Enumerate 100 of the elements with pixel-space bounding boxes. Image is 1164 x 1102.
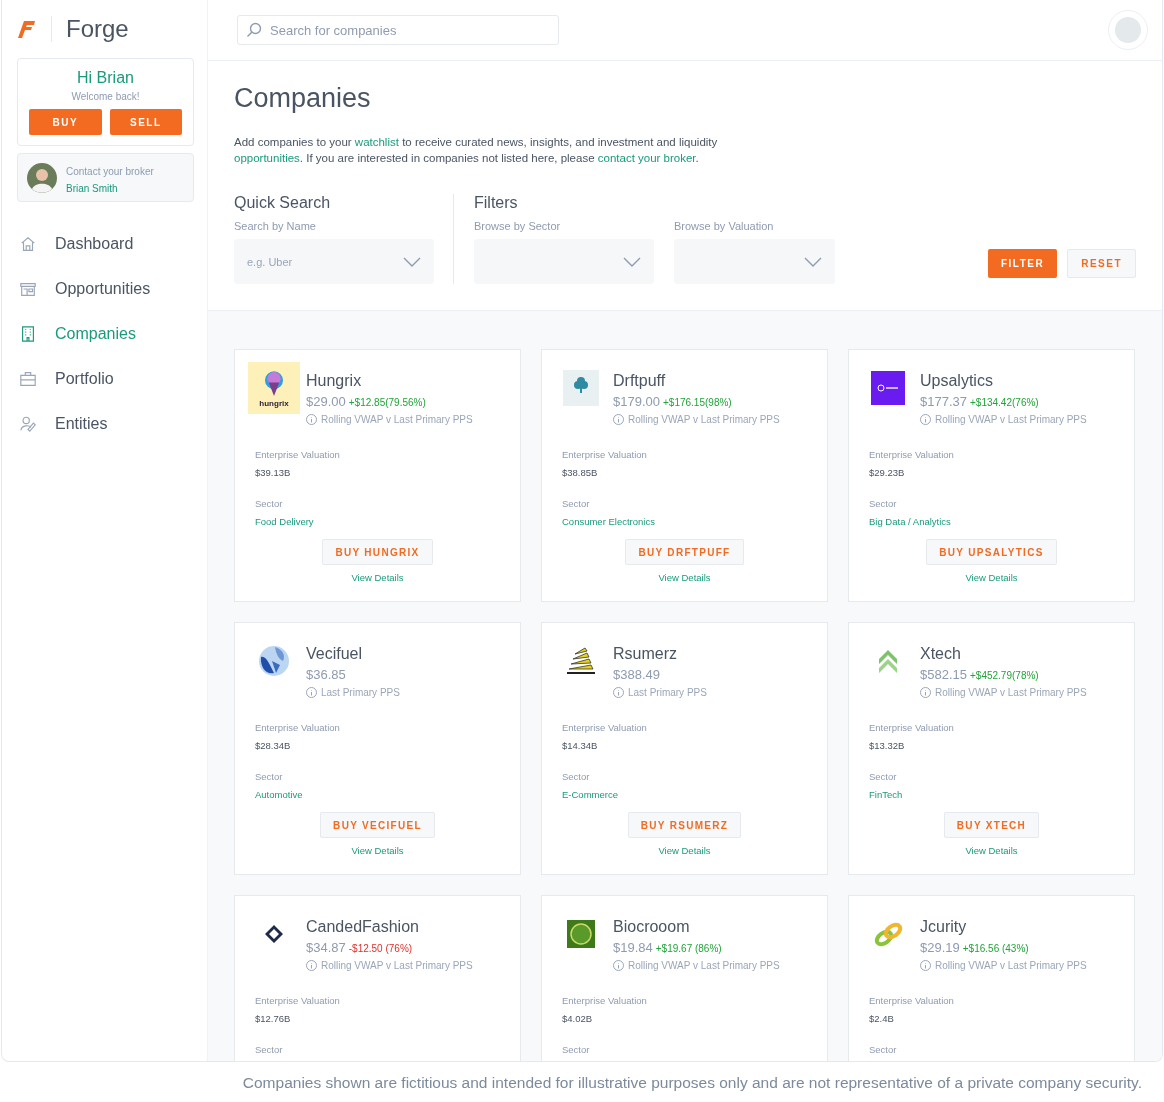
nav-item[interactable]: Portfolio xyxy=(17,357,194,400)
section-title: Quick Search xyxy=(234,194,332,212)
info-icon xyxy=(920,687,931,698)
ice-cream-logo: hungrix xyxy=(248,362,300,414)
company-name: CandedFashion xyxy=(306,918,420,936)
valuation-value: $2.4B xyxy=(869,1013,895,1024)
price-change: +$452.79(78%) xyxy=(970,670,1039,681)
sector-value: Big Data / Analytics xyxy=(869,516,952,527)
greeting-subtitle: Welcome back! xyxy=(71,91,140,102)
field-label: Browse by Valuation xyxy=(674,220,775,232)
briefcase-icon xyxy=(19,369,37,388)
section-title: Filters xyxy=(474,194,519,212)
share-price: $19.84 xyxy=(613,940,653,955)
chevron-down-icon xyxy=(804,256,822,267)
trade-button[interactable]: BUY xyxy=(29,109,102,135)
info-icon xyxy=(920,414,931,425)
company-name: Jcurity xyxy=(920,918,968,936)
valuation-value: $28.34B xyxy=(255,740,292,751)
company-name: Xtech xyxy=(920,645,962,663)
text-link[interactable]: opportunities xyxy=(234,152,300,164)
text-link[interactable]: contact your broker xyxy=(597,152,696,164)
search-field[interactable]: Search for companies xyxy=(237,15,559,45)
sector-label: Sector xyxy=(255,1044,284,1055)
view-details-link[interactable]: View Details xyxy=(965,572,1018,583)
text-link[interactable]: watchlist xyxy=(354,136,399,148)
view-details-link[interactable]: View Details xyxy=(658,572,711,583)
company-name: Vecifuel xyxy=(306,645,364,663)
share-price: $36.85 xyxy=(306,667,346,682)
sector-label: Sector xyxy=(562,498,591,509)
buy-button[interactable]: BUY XTECH xyxy=(943,812,1040,838)
valuation-label: Enterprise Valuation xyxy=(869,449,955,460)
price-note: Rolling VWAP v Last Primary PPS xyxy=(935,687,1087,698)
buy-button[interactable]: BUY UPSALYTICS xyxy=(926,539,1057,565)
sector-label: Sector xyxy=(562,771,591,782)
view-details-link[interactable]: View Details xyxy=(965,845,1018,856)
field-label: Browse by Sector xyxy=(474,220,562,232)
reset-button[interactable]: RESET xyxy=(1067,249,1136,278)
sector-label: Sector xyxy=(869,498,898,509)
valuation-label: Enterprise Valuation xyxy=(562,995,648,1006)
sector-label: Sector xyxy=(869,771,898,782)
filter-dropdown[interactable] xyxy=(474,239,654,284)
buy-button[interactable]: BUY HUNGRIX xyxy=(322,539,433,565)
price-note: Rolling VWAP v Last Primary PPS xyxy=(628,414,780,425)
share-price: $29.00 xyxy=(306,394,346,409)
filter-dropdown[interactable] xyxy=(674,239,835,284)
valuation-label: Enterprise Valuation xyxy=(562,449,648,460)
share-price: $179.00 xyxy=(613,394,660,409)
view-details-link[interactable]: View Details xyxy=(351,572,404,583)
search-icon xyxy=(246,22,262,38)
valuation-value: $12.76B xyxy=(255,1013,292,1024)
logo-icon xyxy=(17,19,37,39)
company-name: Upsalytics xyxy=(920,372,994,390)
price-note: Last Primary PPS xyxy=(628,687,707,698)
avatar-icon xyxy=(27,162,57,193)
broker-link[interactable]: Brian Smith xyxy=(66,183,154,194)
company-name: Biocrooom xyxy=(613,918,691,936)
chevron-down-icon xyxy=(403,256,421,267)
nav-item[interactable]: Entities xyxy=(17,402,194,445)
valuation-value: $38.85B xyxy=(562,467,599,478)
price-note: Rolling VWAP v Last Primary PPS xyxy=(321,960,473,971)
valuation-value: $13.32B xyxy=(869,740,906,751)
disclaimer: Companies shown are fictitious and intended for illustrative purposes only and are not representative of a private company security. xyxy=(241,1073,1143,1092)
buy-button[interactable]: BUY RSUMERZ xyxy=(627,812,742,838)
name-dropdown[interactable]: e.g. Uber xyxy=(234,239,434,284)
share-price: $34.87 xyxy=(306,940,346,955)
price-note: Rolling VWAP v Last Primary PPS xyxy=(935,414,1087,425)
trade-button[interactable]: SELL xyxy=(109,109,182,135)
buy-button[interactable]: BUY VECIFUEL xyxy=(320,812,435,838)
field-label: Search by Name xyxy=(234,220,317,232)
company-name: Hungrix xyxy=(306,372,363,390)
price-note: Rolling VWAP v Last Primary PPS xyxy=(628,960,780,971)
sector-label: Sector xyxy=(869,1044,898,1055)
share-price: $177.37 xyxy=(920,394,967,409)
valuation-label: Enterprise Valuation xyxy=(869,995,955,1006)
sector-label: Sector xyxy=(562,1044,591,1055)
view-details-link[interactable]: View Details xyxy=(658,845,711,856)
sector-value: Food Delivery xyxy=(255,516,315,527)
price-note: Rolling VWAP v Last Primary PPS xyxy=(321,414,473,425)
nav-item[interactable]: Opportunities xyxy=(17,267,194,310)
valuation-label: Enterprise Valuation xyxy=(255,722,341,733)
valuation-value: $4.02B xyxy=(562,1013,594,1024)
info-icon xyxy=(306,414,317,425)
valuation-value: $14.34B xyxy=(562,740,599,751)
valuation-value: $29.23B xyxy=(869,467,906,478)
share-price: $29.19 xyxy=(920,940,960,955)
filter-button[interactable]: FILTER xyxy=(987,249,1058,278)
home-icon xyxy=(19,234,37,253)
valuation-label: Enterprise Valuation xyxy=(255,995,341,1006)
info-icon xyxy=(613,960,624,971)
view-details-link[interactable]: View Details xyxy=(351,845,404,856)
nav-item[interactable]: Dashboard xyxy=(17,222,194,265)
valuation-label: Enterprise Valuation xyxy=(255,449,341,460)
valuation-label: Enterprise Valuation xyxy=(562,722,648,733)
sector-value: Consumer Electronics xyxy=(562,516,656,527)
price-change: +$134.42(76%) xyxy=(970,397,1039,408)
sector-label: Sector xyxy=(255,498,284,509)
nav-item[interactable]: Companies xyxy=(17,312,194,355)
share-price: $388.49 xyxy=(613,667,660,682)
buy-button[interactable]: BUY DRFTPUFF xyxy=(625,539,744,565)
price-change: +$12.85(79.56%) xyxy=(348,397,426,408)
